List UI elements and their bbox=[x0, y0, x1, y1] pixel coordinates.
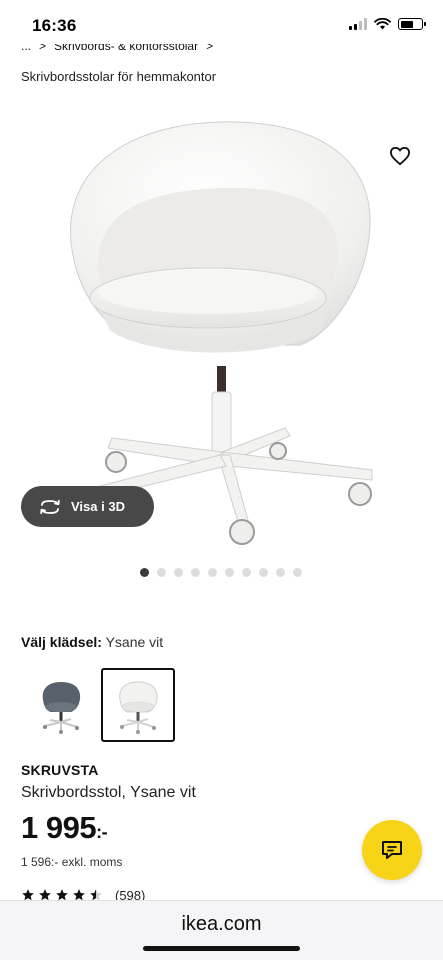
review-count[interactable]: (598) bbox=[115, 888, 145, 900]
grey-chair-swatch[interactable] bbox=[24, 668, 98, 742]
carousel-dot[interactable] bbox=[293, 568, 302, 577]
star-icon bbox=[39, 889, 51, 900]
upholstery-label: Välj klädsel: bbox=[21, 634, 102, 650]
rating-row[interactable]: (598) bbox=[21, 886, 145, 900]
breadcrumb-current[interactable]: Skrivbordsstolar för hemmakontor bbox=[21, 69, 216, 84]
carousel-dot[interactable] bbox=[242, 568, 251, 577]
star-icon bbox=[90, 889, 102, 900]
star-icon bbox=[22, 889, 34, 900]
view-3d-button[interactable]: Visa i 3D bbox=[21, 486, 154, 527]
chat-bubble-icon bbox=[382, 841, 402, 859]
price-excl-vat: 1 596:- exkl. moms bbox=[21, 855, 123, 869]
wifi-icon bbox=[374, 18, 391, 30]
status-time: 16:36 bbox=[32, 16, 77, 35]
grey-chair-thumbnail bbox=[42, 682, 81, 734]
product-name[interactable]: SKRUVSTA bbox=[21, 762, 99, 778]
carousel-dot[interactable] bbox=[259, 568, 268, 577]
breadcrumb-ellipsis[interactable]: ... bbox=[21, 44, 31, 53]
status-icons bbox=[349, 18, 426, 30]
rating-stars bbox=[21, 888, 103, 900]
browser-url[interactable]: ikea.com bbox=[0, 913, 443, 936]
breadcrumb-separator: > bbox=[206, 44, 214, 53]
upholstery-row: Välj klädsel: Ysane vit bbox=[21, 634, 163, 650]
cellular-signal-icon bbox=[349, 18, 367, 30]
carousel-dot[interactable] bbox=[208, 568, 217, 577]
price-amount: 1 995 bbox=[21, 810, 97, 845]
star-icon bbox=[56, 889, 68, 900]
carousel-dot[interactable] bbox=[225, 568, 234, 577]
white-chair-thumbnail bbox=[119, 681, 158, 734]
breadcrumb-parent-link[interactable]: Skrivbords- & kontorsstolar bbox=[54, 44, 198, 53]
carousel-dot[interactable] bbox=[140, 568, 149, 577]
browser-url-bar[interactable]: ikea.com bbox=[0, 900, 443, 960]
carousel-dot[interactable] bbox=[174, 568, 183, 577]
white-chair-swatch[interactable] bbox=[101, 668, 175, 742]
product-description: Skrivbordsstol, Ysane vit bbox=[21, 784, 196, 801]
upholstery-value: Ysane vit bbox=[105, 634, 164, 650]
carousel-indicator[interactable] bbox=[140, 568, 302, 577]
chat-button[interactable] bbox=[362, 820, 422, 880]
battery-icon bbox=[398, 18, 426, 30]
home-indicator[interactable] bbox=[143, 946, 300, 951]
favorite-button[interactable] bbox=[386, 142, 414, 170]
breadcrumb-separator: > bbox=[39, 44, 47, 53]
breadcrumb: ... > Skrivbords- & kontorsstolar > bbox=[21, 44, 213, 58]
star-icon bbox=[73, 889, 85, 900]
heart-outline-icon bbox=[389, 146, 410, 166]
carousel-dot[interactable] bbox=[191, 568, 200, 577]
view-3d-label: Visa i 3D bbox=[71, 499, 125, 514]
carousel-dot[interactable] bbox=[157, 568, 166, 577]
product-price: 1 995:- bbox=[21, 810, 108, 846]
carousel-dot[interactable] bbox=[276, 568, 285, 577]
status-bar: 16:36 bbox=[0, 0, 443, 46]
price-suffix: :- bbox=[96, 822, 108, 842]
rotate-3d-icon bbox=[40, 499, 60, 514]
